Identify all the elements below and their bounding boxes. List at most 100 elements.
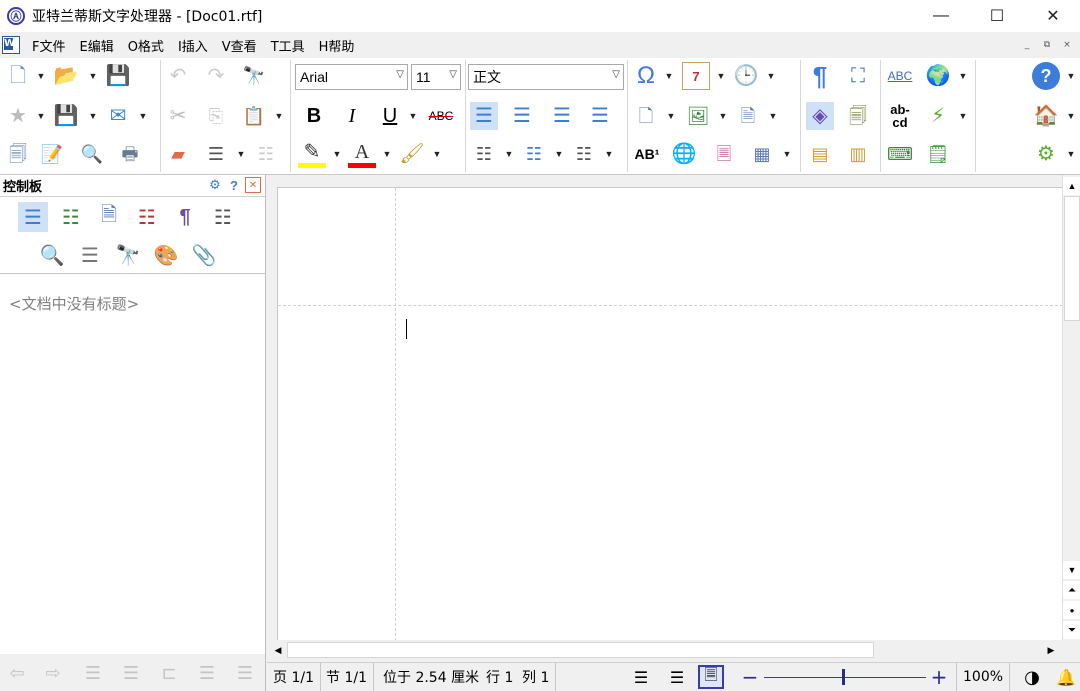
forward-arrow-icon[interactable]: ⇨ <box>38 660 68 686</box>
search-icon[interactable]: 🔍 <box>37 240 67 270</box>
pages-view-icon[interactable]: 🗎 <box>94 202 124 232</box>
zoom-level[interactable]: 100% <box>956 663 1011 691</box>
email-icon[interactable]: ✉ <box>104 102 132 130</box>
superscript-button[interactable]: AB¹ <box>632 140 662 168</box>
bold-button[interactable]: B <box>300 102 328 130</box>
mdi-close-button[interactable]: × <box>1058 37 1076 53</box>
favorite-star-icon[interactable]: ★ <box>4 102 32 130</box>
vertical-ruler-icon[interactable]: ▥ <box>844 140 872 168</box>
page-setup-icon[interactable]: 🗐 <box>4 140 32 168</box>
zoom-out-button[interactable]: − <box>737 665 763 689</box>
document-page[interactable] <box>277 187 1063 641</box>
help-dropdown[interactable]: ▼ <box>1066 62 1076 90</box>
document-area[interactable] <box>267 175 1063 641</box>
zoom-slider-track[interactable] <box>764 677 926 678</box>
new-document-icon[interactable]: 🗋 <box>4 62 32 90</box>
edit-document-icon[interactable]: 📝 <box>38 140 66 168</box>
menu-format[interactable]: O格式 <box>126 36 166 55</box>
previous-page-icon[interactable]: ⏶ <box>1063 581 1080 599</box>
email-dropdown[interactable]: ▼ <box>138 102 148 130</box>
clock-icon[interactable]: 🕒 <box>732 62 760 90</box>
open-dropdown[interactable]: ▼ <box>88 62 98 90</box>
minimize-button[interactable]: — <box>912 0 970 32</box>
insert-image-dropdown[interactable]: ▼ <box>718 102 728 130</box>
numbered-list-dropdown[interactable]: ▼ <box>554 140 564 168</box>
multilevel-list-icon[interactable]: ☷ <box>570 140 598 168</box>
align-left-button[interactable]: ☰ <box>470 102 498 130</box>
multilevel-list-dropdown[interactable]: ▼ <box>604 140 614 168</box>
undo-icon[interactable]: ↶ <box>164 62 192 90</box>
zoom-slider-thumb[interactable] <box>842 669 845 685</box>
menu-edit[interactable]: E编辑 <box>77 36 115 55</box>
binoculars-icon[interactable]: 🔭 <box>113 240 143 270</box>
insert-text-icon[interactable]: 🗎 <box>734 102 762 130</box>
hyphenation-button[interactable]: ab- cd <box>886 98 914 134</box>
demote-icon[interactable]: ☰ <box>192 660 222 686</box>
maximize-button[interactable]: ☐ <box>968 0 1026 32</box>
help-button[interactable]: ? <box>1032 62 1060 90</box>
align-right-button[interactable]: ☰ <box>548 102 576 130</box>
font-color-dropdown[interactable]: ▼ <box>382 140 392 168</box>
date-icon[interactable]: 7 <box>682 62 710 90</box>
page-view-icon[interactable]: 🗏 <box>698 665 724 689</box>
symbol-dropdown[interactable]: ▼ <box>664 62 674 90</box>
paste-dropdown[interactable]: ▼ <box>274 102 284 130</box>
close-button[interactable]: ✕ <box>1024 0 1080 32</box>
settings-dropdown[interactable]: ▼ <box>1066 140 1076 168</box>
bookmarks-view-icon[interactable]: ☷ <box>132 202 162 232</box>
web-dropdown[interactable]: ▼ <box>1066 102 1076 130</box>
horizontal-scroll-thumb[interactable] <box>287 642 874 658</box>
page-layout-icon[interactable]: 🗐 <box>844 102 872 130</box>
print-preview-icon[interactable]: 🔍 <box>78 140 106 168</box>
styles-view-icon[interactable]: ¶ <box>170 202 200 232</box>
eraser-icon[interactable]: ▰ <box>164 140 192 168</box>
document-icon[interactable] <box>2 36 20 54</box>
align-justify-button[interactable]: ☰ <box>586 102 614 130</box>
lightning-dropdown[interactable]: ▼ <box>958 102 968 130</box>
fullscreen-icon[interactable]: ⛶ <box>844 62 872 90</box>
favorite-dropdown[interactable]: ▼ <box>36 102 46 130</box>
format-painter-icon[interactable]: 🖌 <box>398 140 426 168</box>
new-dropdown[interactable]: ▼ <box>36 62 46 90</box>
outline-view-icon[interactable]: ☷ <box>56 202 86 232</box>
settings-gears-icon[interactable]: ⚙ <box>1032 140 1060 168</box>
font-color-icon[interactable]: A <box>348 140 376 168</box>
lightning-icon[interactable]: ⚡ <box>924 102 952 130</box>
scroll-up-arrow-icon[interactable]: ▲ <box>1063 177 1080 195</box>
horizontal-scrollbar[interactable]: ◀ ▶ <box>267 640 1062 660</box>
web-home-icon[interactable]: 🏠 <box>1032 102 1060 130</box>
save-as-dropdown[interactable]: ▼ <box>88 102 98 130</box>
style-select[interactable]: 正文 ▽ <box>468 64 624 90</box>
symbol-button[interactable]: Ω <box>632 62 660 90</box>
remove-item-icon[interactable]: ☰ <box>116 660 146 686</box>
palette-icon[interactable]: 🎨 <box>151 240 181 270</box>
save-icon[interactable]: 💾 <box>104 62 132 90</box>
browse-object-icon[interactable]: ● <box>1063 601 1080 619</box>
insert-image-icon[interactable]: 🖼 <box>684 102 712 130</box>
mdi-minimize-button[interactable]: _ <box>1018 37 1036 53</box>
menu-tools[interactable]: T工具 <box>269 36 307 55</box>
font-name-select[interactable]: Arial ▽ <box>295 64 408 90</box>
menu-help[interactable]: H帮助 <box>317 36 357 55</box>
contrast-icon[interactable]: ◑ <box>1019 665 1045 689</box>
paperclip-icon[interactable]: 📎 <box>189 240 219 270</box>
close-icon[interactable]: ✕ <box>245 177 261 193</box>
insert-text-dropdown[interactable]: ▼ <box>768 102 778 130</box>
align-center-button[interactable]: ☰ <box>508 102 536 130</box>
next-page-icon[interactable]: ⏷ <box>1063 621 1080 639</box>
promote-icon[interactable]: ⊏ <box>154 660 184 686</box>
gear-icon[interactable]: ⚙ <box>207 177 223 193</box>
highlight-dropdown[interactable]: ▼ <box>332 140 342 168</box>
find-binoculars-icon[interactable]: 🔭 <box>240 62 268 90</box>
time-dropdown[interactable]: ▼ <box>766 62 776 90</box>
back-arrow-icon[interactable]: ⇦ <box>2 660 32 686</box>
bookmark-icon[interactable]: 🗏 <box>710 140 738 168</box>
outline-icon[interactable]: ☷ <box>252 140 280 168</box>
bullet-list-icon[interactable]: ☷ <box>470 140 498 168</box>
paste-icon[interactable]: 📋 <box>240 102 268 130</box>
vertical-scroll-thumb[interactable] <box>1064 196 1080 321</box>
highlight-icon[interactable]: ✎ <box>298 140 326 168</box>
menu-insert[interactable]: I插入 <box>176 36 210 55</box>
globe-link-icon[interactable]: 🌐 <box>670 140 698 168</box>
menu-view[interactable]: V查看 <box>220 36 259 55</box>
